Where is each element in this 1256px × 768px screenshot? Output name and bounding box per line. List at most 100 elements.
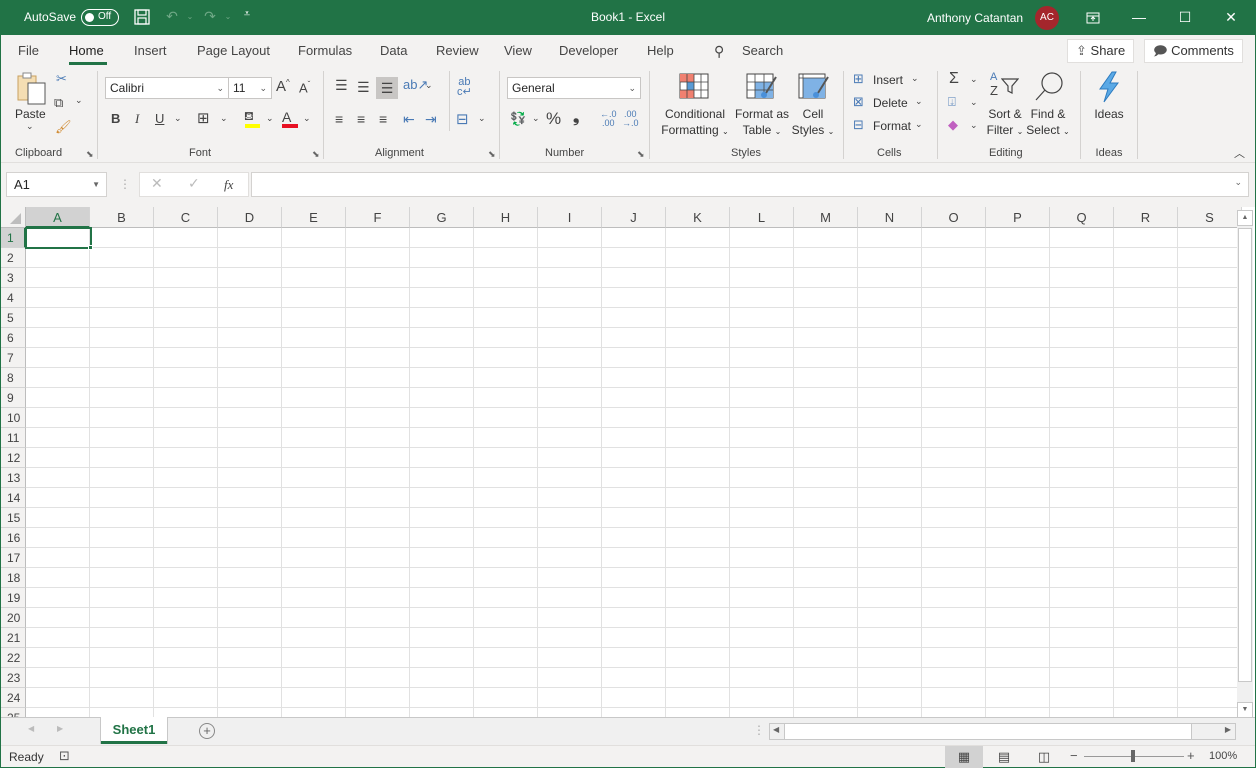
tab-developer[interactable]: Developer xyxy=(559,43,618,58)
normal-view-icon[interactable]: ▦ xyxy=(945,746,983,768)
format-dropdown-icon[interactable]: ⌄ xyxy=(915,119,923,130)
vertical-scrollbar[interactable]: ▲ ▼ xyxy=(1237,210,1253,717)
row-header-11[interactable]: 11 xyxy=(1,428,26,448)
maximize-icon[interactable]: ☐ xyxy=(1162,0,1208,35)
cell-styles-label-1[interactable]: Cell xyxy=(795,107,831,121)
macro-recording-icon[interactable]: ⊡ xyxy=(59,748,70,764)
cut-icon[interactable]: ✂ xyxy=(56,71,67,87)
expand-formula-bar-icon[interactable]: ⌄ xyxy=(1234,177,1242,188)
row-header-19[interactable]: 19 xyxy=(1,588,26,608)
tab-view[interactable]: View xyxy=(504,43,532,58)
row-header-7[interactable]: 7 xyxy=(1,348,26,368)
tab-review[interactable]: Review xyxy=(436,43,479,58)
comments-button[interactable]: 🗩 Comments xyxy=(1144,39,1243,63)
row-header-22[interactable]: 22 xyxy=(1,648,26,668)
sort-filter-label-1[interactable]: Sort & xyxy=(985,107,1025,121)
column-header-d[interactable]: D xyxy=(218,207,282,228)
fill-handle[interactable] xyxy=(88,245,93,250)
column-header-f[interactable]: F xyxy=(346,207,410,228)
number-launcher-icon[interactable]: ⬊ xyxy=(637,149,647,159)
copy-icon[interactable]: ⧉ xyxy=(54,95,63,111)
clipboard-launcher-icon[interactable]: ⬊ xyxy=(86,149,96,159)
comma-style-button[interactable]: ❟ xyxy=(573,109,579,127)
copy-dropdown-icon[interactable]: ⌄ xyxy=(75,95,83,106)
format-as-table-label-1[interactable]: Format as xyxy=(734,107,790,121)
column-header-r[interactable]: R xyxy=(1114,207,1178,228)
column-header-p[interactable]: P xyxy=(986,207,1050,228)
tab-formulas[interactable]: Formulas xyxy=(298,43,352,58)
worksheet-grid[interactable]: ABCDEFGHIJKLMNOPQRS 1 2 3 4 5 6 7 8 9 10 11 12 13 14 1… xyxy=(1,207,1255,717)
ideas-button[interactable]: Ideas xyxy=(1094,107,1124,121)
sheet-tab-sheet1[interactable]: Sheet1 xyxy=(101,717,167,744)
zoom-level[interactable]: 100% xyxy=(1209,750,1237,762)
horizontal-scroll-thumb[interactable] xyxy=(784,724,1192,739)
name-box-dropdown-icon[interactable]: ▼ xyxy=(92,173,100,196)
font-launcher-icon[interactable]: ⬊ xyxy=(312,149,322,159)
find-select-label-2[interactable]: Select ⌄ xyxy=(1024,123,1072,137)
tab-home[interactable]: Home xyxy=(69,43,104,58)
merge-dropdown-icon[interactable]: ⌄ xyxy=(478,113,486,124)
increase-font-size-icon[interactable]: A^ xyxy=(276,78,290,95)
zoom-out-icon[interactable]: − xyxy=(1070,748,1078,763)
minimize-icon[interactable]: — xyxy=(1116,0,1162,35)
close-icon[interactable]: ✕ xyxy=(1208,0,1254,35)
font-color-icon[interactable]: A xyxy=(282,109,300,129)
autosum-icon[interactable]: Σ xyxy=(949,70,959,88)
bottom-align-icon[interactable]: ☰ xyxy=(376,77,398,99)
column-header-i[interactable]: I xyxy=(538,207,602,228)
accounting-format-icon[interactable]: 💱 xyxy=(510,111,526,127)
cancel-entry-icon[interactable]: ✕ xyxy=(151,175,163,192)
zoom-slider-thumb[interactable] xyxy=(1131,750,1135,762)
accounting-dropdown-icon[interactable]: ⌄ xyxy=(532,113,540,124)
scroll-right-icon[interactable]: ▶ xyxy=(1225,725,1231,734)
align-left-icon[interactable]: ≡ xyxy=(335,111,343,127)
tab-help[interactable]: Help xyxy=(647,43,674,58)
paste-icon[interactable] xyxy=(15,71,49,107)
row-header-15[interactable]: 15 xyxy=(1,508,26,528)
format-as-table-icon[interactable] xyxy=(746,73,778,101)
middle-align-icon[interactable]: ☰ xyxy=(357,79,370,96)
align-right-icon[interactable]: ≡ xyxy=(379,111,387,127)
fill-icon[interactable]: ⍗ xyxy=(948,94,956,110)
fill-color-icon[interactable]: ⛾ xyxy=(244,109,262,129)
confirm-entry-icon[interactable]: ✓ xyxy=(188,175,200,192)
column-header-b[interactable]: B xyxy=(90,207,154,228)
column-header-a[interactable]: A xyxy=(26,207,90,228)
delete-cells-icon[interactable]: ⊠ xyxy=(853,94,864,110)
column-header-j[interactable]: J xyxy=(602,207,666,228)
fill-color-dropdown-icon[interactable]: ⌄ xyxy=(266,113,274,124)
italic-button[interactable]: I xyxy=(135,111,139,127)
clear-dropdown-icon[interactable]: ⌄ xyxy=(970,120,978,131)
underline-dropdown-icon[interactable]: ⌄ xyxy=(174,113,182,124)
insert-function-button[interactable]: fx xyxy=(224,177,233,193)
horizontal-scrollbar[interactable]: ◀ ▶ xyxy=(769,723,1236,740)
row-header-14[interactable]: 14 xyxy=(1,488,26,508)
column-header-s[interactable]: S xyxy=(1178,207,1242,228)
sort-filter-icon[interactable]: A Z xyxy=(989,71,1021,101)
row-header-20[interactable]: 20 xyxy=(1,608,26,628)
conditional-formatting-icon[interactable] xyxy=(679,73,709,99)
increase-decimal-icon[interactable]: ←.0.00 xyxy=(600,110,617,128)
wrap-text-icon[interactable]: ab c↵ xyxy=(457,77,472,98)
delete-dropdown-icon[interactable]: ⌄ xyxy=(915,96,923,107)
tab-split-grip-icon[interactable]: ⋮ xyxy=(753,723,765,737)
column-header-n[interactable]: N xyxy=(858,207,922,228)
tab-insert[interactable]: Insert xyxy=(134,43,167,58)
tab-data[interactable]: Data xyxy=(380,43,407,58)
ideas-icon[interactable] xyxy=(1096,71,1122,103)
user-name[interactable]: Anthony Catantan xyxy=(927,11,1023,25)
search-box[interactable]: Search xyxy=(742,43,783,58)
page-break-preview-icon[interactable]: ◫ xyxy=(1025,746,1063,768)
borders-dropdown-icon[interactable]: ⌄ xyxy=(220,113,228,124)
row-header-21[interactable]: 21 xyxy=(1,628,26,648)
font-color-dropdown-icon[interactable]: ⌄ xyxy=(303,113,311,124)
cell-styles-label-2[interactable]: Styles ⌄ xyxy=(790,123,836,137)
formula-input[interactable]: ⌄ xyxy=(251,172,1249,197)
scroll-left-icon[interactable]: ◀ xyxy=(773,725,779,734)
column-header-g[interactable]: G xyxy=(410,207,474,228)
percent-style-button[interactable]: % xyxy=(546,109,561,129)
column-header-o[interactable]: O xyxy=(922,207,986,228)
fill-dropdown-icon[interactable]: ⌄ xyxy=(970,97,978,108)
row-header-16[interactable]: 16 xyxy=(1,528,26,548)
bold-button[interactable]: B xyxy=(111,111,120,126)
